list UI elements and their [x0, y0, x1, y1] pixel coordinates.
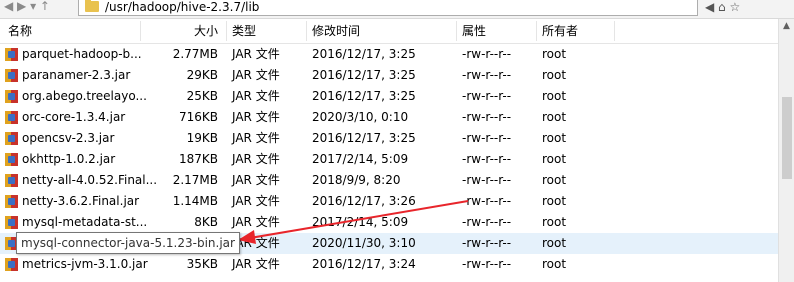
- filename-tooltip: mysql-connector-java-5.1.23-bin.jar: [16, 232, 240, 254]
